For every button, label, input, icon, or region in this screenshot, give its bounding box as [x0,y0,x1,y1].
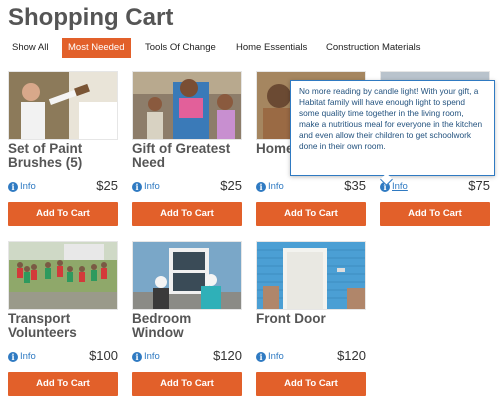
product-image-paint-brushes[interactable] [8,71,118,140]
info-label: Info [268,181,284,192]
product-price: $120 [337,348,366,363]
info-link[interactable]: i Info [8,181,36,193]
product-price: $120 [213,348,242,363]
info-tooltip: No more reading by candle light! With yo… [290,80,495,176]
add-to-cart-button[interactable]: Add To Cart [132,202,242,226]
product-title: Set of Paint Brushes (5) [8,141,83,170]
product-title: Gift of Greatest Need [132,141,231,170]
info-icon: i [8,352,18,362]
info-link[interactable]: i Info [132,181,160,193]
filter-tools-of-change[interactable]: Tools Of Change [145,38,216,58]
product-price: $25 [96,178,118,193]
product-price: $25 [220,178,242,193]
product-card: Gift of Greatest Need i Info $25 Add To C… [132,71,242,227]
filter-construction-materials[interactable]: Construction Materials [326,38,421,58]
add-to-cart-button[interactable]: Add To Cart [380,202,490,226]
add-to-cart-button[interactable]: Add To Cart [8,202,118,226]
add-to-cart-button[interactable]: Add To Cart [256,202,366,226]
product-price: $100 [89,348,118,363]
product-card: Bedroom Window i Info $120 Add To Cart [132,241,242,397]
product-price: $35 [344,178,366,193]
add-to-cart-button[interactable]: Add To Cart [256,372,366,396]
page-title: Shopping Cart [8,4,174,31]
info-icon: i [132,352,142,362]
product-card: Front Door i Info $120 Add To Cart [256,241,366,397]
product-card: Transport Volunteers i Info $100 Add To C… [8,241,118,397]
info-label: Info [20,181,36,192]
info-icon: i [132,182,142,192]
info-icon: i [8,182,18,192]
product-image-front-door[interactable] [256,241,366,310]
filter-most-needed[interactable]: Most Needed [62,38,131,58]
info-link[interactable]: i Info [256,181,284,193]
product-image-window-install[interactable] [132,241,242,310]
info-label: Info [144,181,160,192]
info-link[interactable]: i Info [256,351,284,363]
info-label: Info [144,351,160,362]
add-to-cart-button[interactable]: Add To Cart [8,372,118,396]
product-image-family-children[interactable] [132,71,242,140]
add-to-cart-button[interactable]: Add To Cart [132,372,242,396]
product-title: Front Door [256,311,326,326]
tooltip-text: No more reading by candle light! With yo… [299,86,483,151]
info-label: Info [392,181,408,192]
filter-show-all[interactable]: Show All [12,38,48,58]
info-label: Info [20,351,36,362]
info-icon: i [256,352,266,362]
product-image-volunteers-group[interactable] [8,241,118,310]
filter-home-essentials[interactable]: Home Essentials [236,38,307,58]
product-title: Transport Volunteers [8,311,77,340]
info-link[interactable]: i Info [8,351,36,363]
info-link[interactable]: i Info [132,351,160,363]
info-icon: i [256,182,266,192]
product-price: $75 [468,178,490,193]
info-label: Info [268,351,284,362]
product-title: Bedroom Window [132,311,192,340]
product-card: Set of Paint Brushes (5) i Info $25 Add T… [8,71,118,227]
